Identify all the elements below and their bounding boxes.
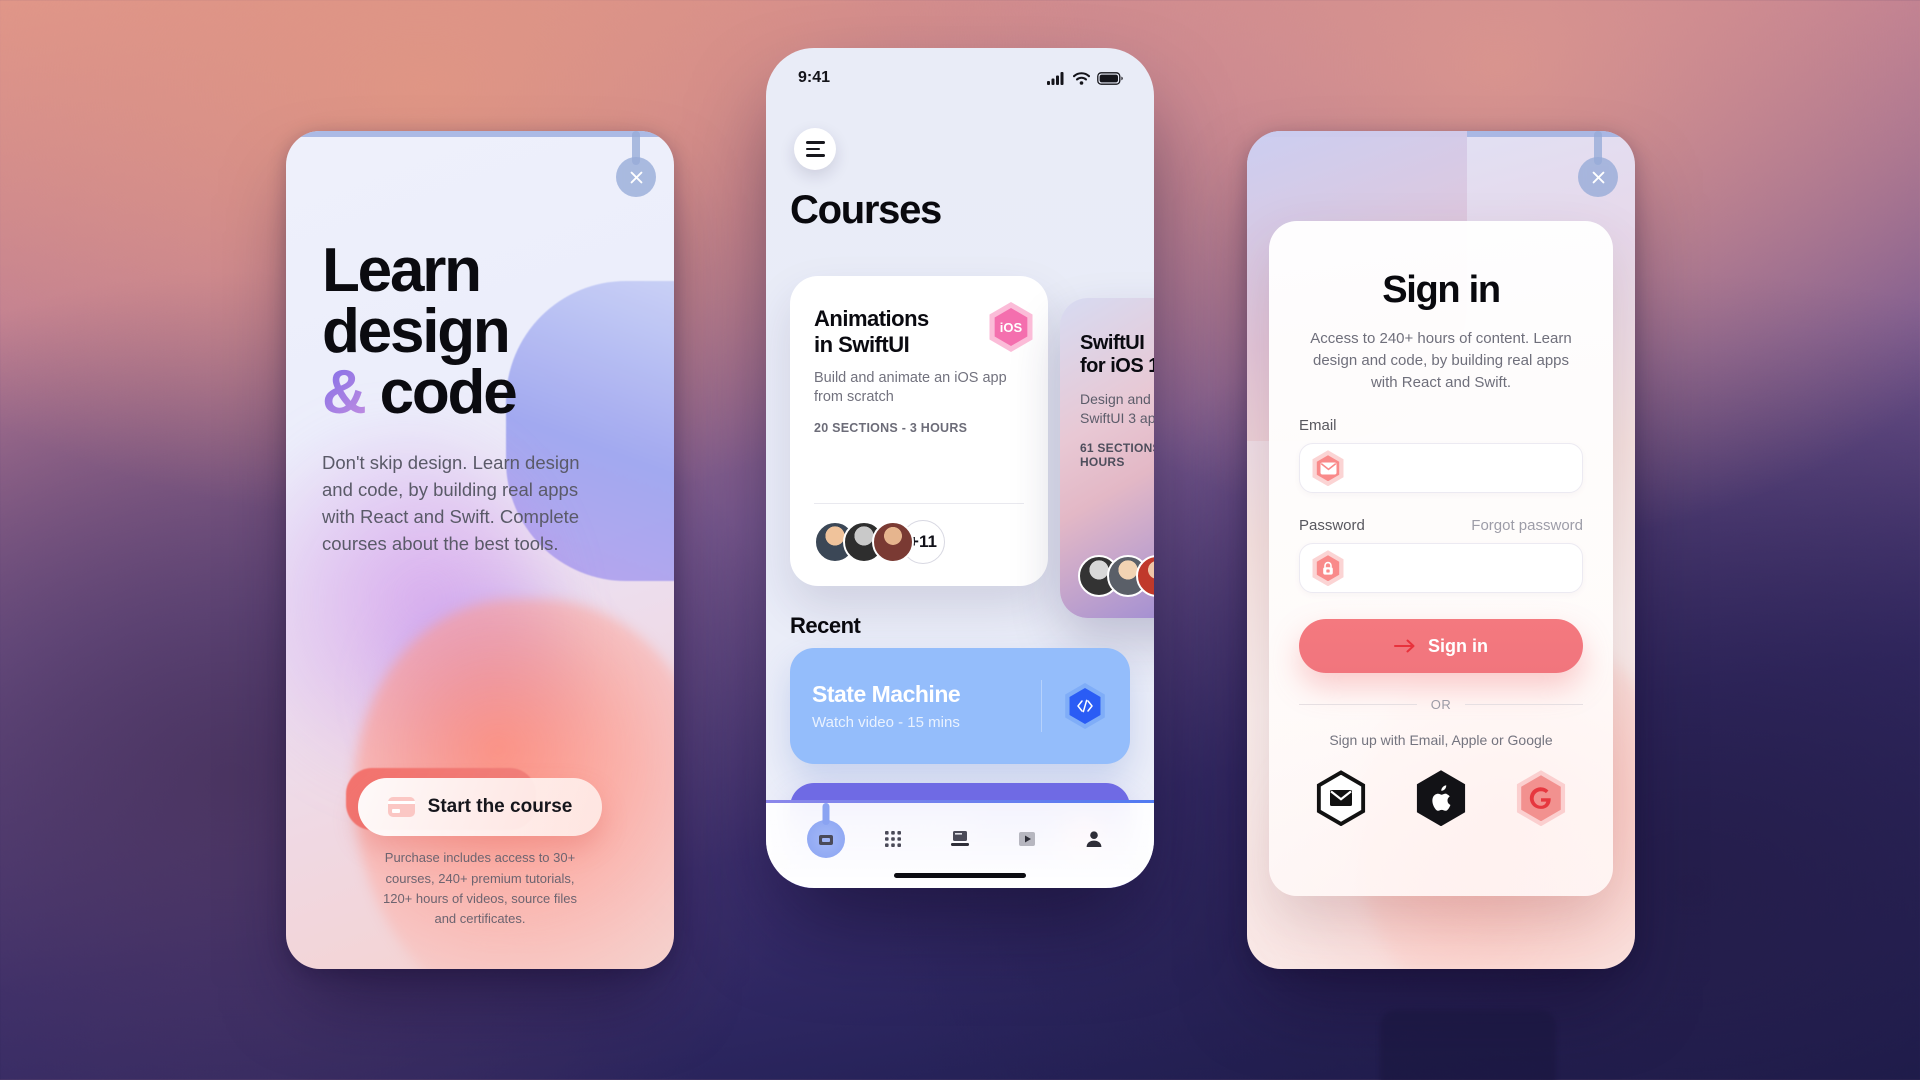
email-field[interactable] — [1299, 443, 1583, 494]
password-label: Password — [1299, 517, 1365, 535]
password-field[interactable] — [1299, 543, 1583, 594]
battery-icon — [1097, 71, 1123, 85]
card-pedestal-shadow — [1380, 1010, 1556, 1080]
course-title-line-2: for iOS 15 — [1080, 355, 1154, 378]
hero-ampersand: & — [322, 357, 367, 427]
course-card-body: SwiftUI for iOS 15 Design and code a Swi… — [1060, 298, 1154, 469]
course-meta: 20 SECTIONS - 3 HOURS — [814, 420, 968, 435]
ios-badge-label: iOS — [999, 319, 1023, 335]
hamburger-menu-icon — [805, 141, 825, 144]
page-title: Courses — [790, 188, 942, 232]
play-icon — [1019, 832, 1036, 846]
course-title-line-1: Animations — [814, 306, 929, 331]
course-card-body: Animations in SwiftUI Build and animate … — [790, 276, 1048, 435]
hero-line-2: design — [322, 296, 511, 366]
course-card-swiftui[interactable]: SwiftUI for iOS 15 Design and code a Swi… — [1060, 298, 1154, 618]
sign-in-button[interactable]: Sign in — [1299, 619, 1583, 674]
tab-profile[interactable] — [1071, 816, 1117, 862]
recent-item-title: State Machine — [812, 681, 961, 707]
page-title: Learn design & code — [322, 240, 638, 424]
close-icon — [630, 171, 642, 183]
hamburger-menu-button[interactable] — [794, 128, 836, 170]
start-the-course-button[interactable]: Start the course — [358, 778, 602, 836]
course-description: Build and animate an iOS app from scratc… — [814, 370, 1007, 406]
forgot-password-link[interactable]: Forgot password — [1471, 517, 1583, 534]
tab-home[interactable] — [803, 816, 849, 862]
divider — [1041, 680, 1042, 732]
arrow-right-icon — [1394, 639, 1415, 653]
lock-icon — [1310, 550, 1346, 587]
sign-in-card: Sign in Access to 240+ hours of content.… — [1247, 131, 1635, 969]
divider — [814, 503, 1024, 504]
sign-in-button-label: Sign in — [1428, 635, 1488, 656]
home-indicator — [894, 873, 1026, 878]
card-top-accent-bar — [1247, 131, 1635, 137]
code-brackets-icon — [1077, 699, 1093, 713]
close-icon — [1592, 171, 1604, 183]
promo-description: Don't skip design. Learn design and code… — [322, 452, 580, 555]
close-sign-in-card-button[interactable] — [1578, 157, 1618, 197]
envelope-icon — [1310, 450, 1346, 487]
sign-up-with-apple-button[interactable] — [1413, 770, 1469, 827]
grid-apps-icon — [884, 831, 901, 847]
course-avatar-group: +11 — [1078, 554, 1154, 598]
tab-library[interactable] — [937, 816, 983, 862]
google-g-icon — [1529, 787, 1551, 810]
course-title-line-2: in SwiftUI — [814, 331, 910, 357]
cellular-signal-icon — [1047, 71, 1064, 85]
sign-in-panel: Sign in Access to 240+ hours of content.… — [1269, 221, 1613, 896]
apple-logo-icon — [1432, 785, 1451, 812]
purchase-fineprint: Purchase includes access to 30+ courses,… — [382, 850, 578, 926]
email-label: Email — [1299, 417, 1337, 435]
social-signup-note: Sign up with Email, Apple or Google — [1329, 732, 1553, 749]
recent-item-text: State Machine Watch video - 15 mins — [812, 681, 1041, 731]
divider — [1299, 704, 1417, 706]
credit-card-icon — [387, 797, 415, 817]
avatar — [872, 521, 914, 563]
person-icon — [1086, 831, 1102, 847]
envelope-icon — [1330, 790, 1352, 807]
code-badge — [1062, 683, 1108, 729]
or-label: OR — [1430, 697, 1452, 713]
recent-item-subtitle: Watch video - 15 mins — [812, 714, 960, 731]
status-time: 9:41 — [798, 69, 831, 86]
divider — [1465, 704, 1583, 706]
sign-up-with-email-button[interactable] — [1313, 770, 1369, 827]
sign-in-subtitle: Access to 240+ hours of content. Learn d… — [1310, 330, 1572, 391]
wifi-icon — [1073, 71, 1090, 85]
hero-line-1: Learn — [322, 236, 482, 305]
recent-section-title: Recent — [790, 613, 861, 638]
course-description: Design and code a SwiftUI 3 app with ... — [1080, 391, 1154, 426]
social-buttons-row — [1299, 770, 1583, 827]
email-label-row: Email — [1299, 417, 1583, 434]
close-promo-card-button[interactable] — [616, 157, 656, 197]
course-avatar-group: +11 — [814, 520, 945, 564]
status-indicators — [1047, 71, 1123, 85]
course-meta: 61 SECTIONS - 11 HOURS — [1080, 440, 1154, 469]
laptop-icon — [950, 831, 969, 846]
course-title: SwiftUI for iOS 15 — [1080, 332, 1154, 378]
page-title: Sign in — [1382, 269, 1501, 311]
ios-badge: iOS — [986, 302, 1036, 352]
hero-line-3: code — [364, 357, 518, 427]
design-showcase-stage: Learn design & code Don't skip design. L… — [0, 0, 1920, 1080]
password-label-row: Password Forgot password — [1299, 517, 1583, 534]
course-title-line-1: SwiftUI — [1080, 332, 1145, 354]
sign-up-with-google-button[interactable] — [1513, 770, 1569, 827]
status-bar: 9:41 — [766, 48, 1154, 94]
phone-mockup: 9:41 Courses Animations in SwiftUI Build… — [766, 48, 1154, 888]
email-input[interactable] — [1346, 459, 1572, 477]
recent-item-state-machine[interactable]: State Machine Watch video - 15 mins — [790, 648, 1130, 764]
promo-card-content: Learn design & code Don't skip design. L… — [286, 131, 674, 557]
tab-courses[interactable] — [870, 816, 916, 862]
home-icon — [818, 835, 833, 845]
tab-videos[interactable] — [1004, 816, 1050, 862]
promo-card: Learn design & code Don't skip design. L… — [286, 131, 674, 969]
cta-container: Start the course — [346, 768, 602, 836]
password-input[interactable] — [1346, 559, 1572, 577]
start-the-course-label: Start the course — [427, 796, 573, 817]
or-separator: OR — [1299, 697, 1583, 712]
